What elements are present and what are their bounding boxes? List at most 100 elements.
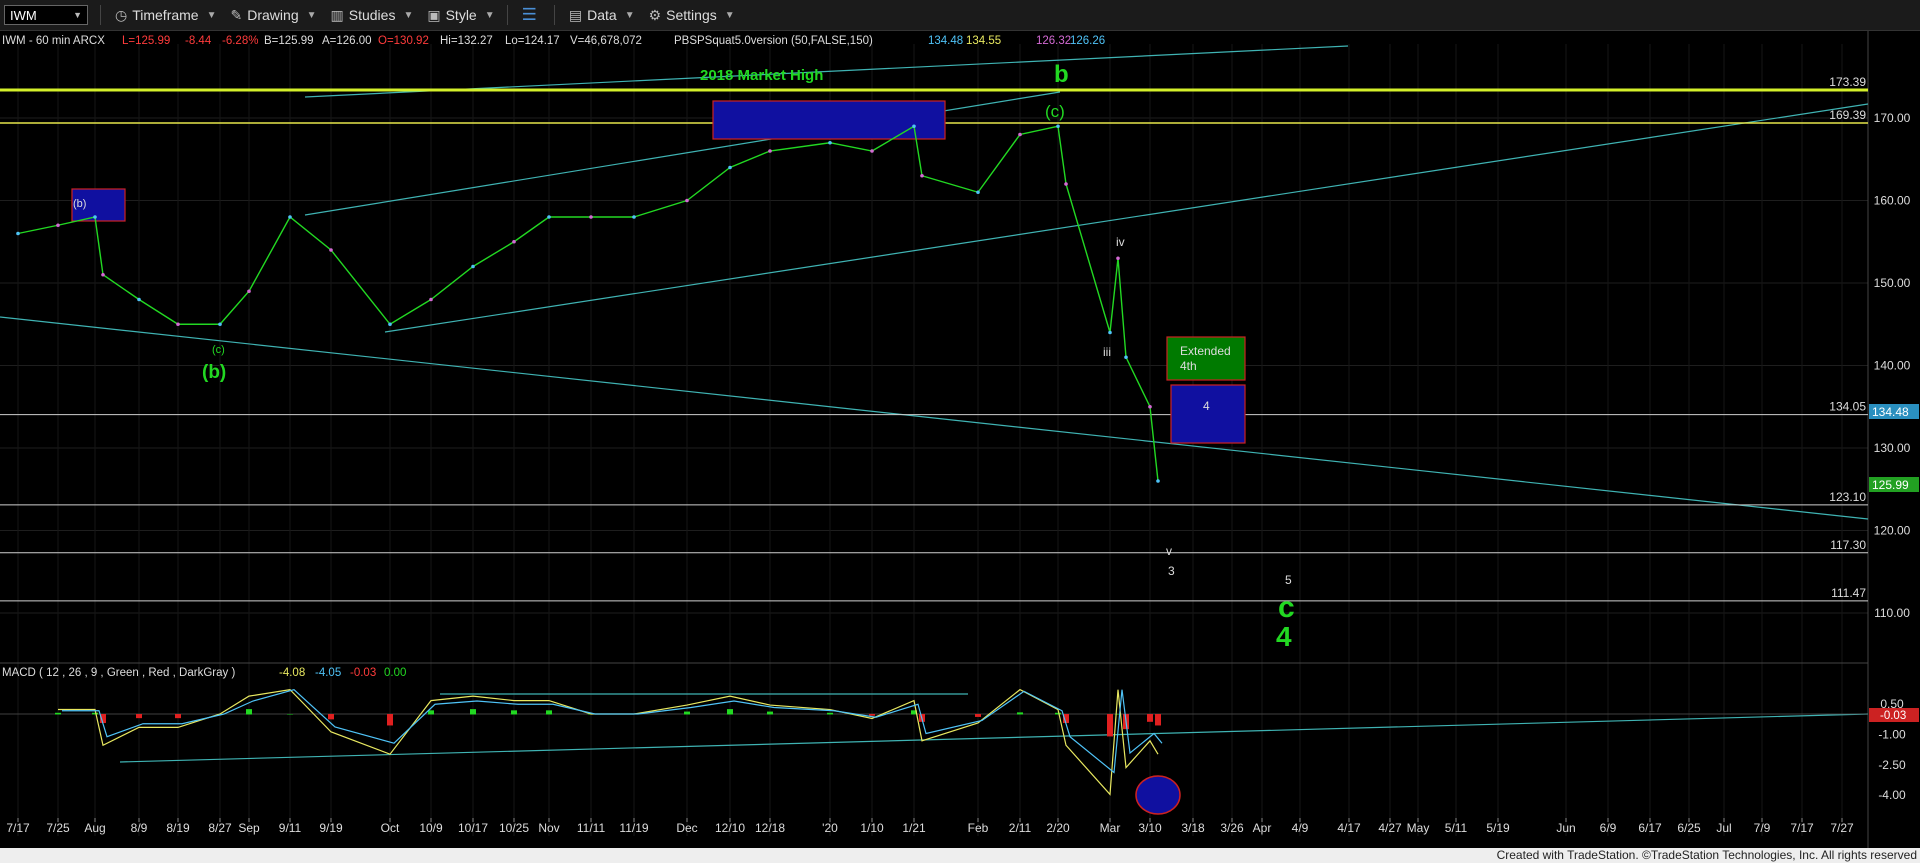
price-point xyxy=(589,215,593,219)
settings-menu[interactable]: ⚙ Settings ▼ xyxy=(649,7,735,24)
level-label: 169.39 xyxy=(1829,108,1866,122)
time-axis-label: 5/19 xyxy=(1486,821,1510,835)
time-axis-label: Nov xyxy=(538,821,559,835)
wave-c-big-label: c xyxy=(1278,591,1295,624)
time-axis-label: 10/9 xyxy=(419,821,443,835)
price-point xyxy=(1156,479,1160,483)
price-point xyxy=(16,231,20,236)
chevron-down-icon: ▼ xyxy=(306,9,317,21)
price-point xyxy=(912,124,916,129)
time-axis-label: 7/25 xyxy=(46,821,70,835)
chart-area[interactable]: IWM - 60 min ARCX L=125.99 -8.44 -6.28% … xyxy=(0,31,1920,848)
time-axis-label: 3/10 xyxy=(1138,821,1162,835)
time-axis-label: Apr xyxy=(1253,821,1272,835)
time-axis-label: 4/17 xyxy=(1337,821,1361,835)
macd-bar xyxy=(428,710,434,715)
macd-low-circle xyxy=(1135,775,1181,815)
macd-header: MACD ( 12 , 26 , 9 , Green , Red , DarkG… xyxy=(2,667,235,679)
time-axis-label: 2/20 xyxy=(1046,821,1070,835)
open-price: O=130.92 xyxy=(378,35,429,47)
symbol-info: IWM - 60 min ARCX xyxy=(2,35,105,47)
macd-bar xyxy=(767,711,773,715)
price-axis-label: 140.00 xyxy=(1874,359,1911,373)
macd-axis-label: -4.00 xyxy=(1878,788,1906,802)
chevron-down-icon: ▼ xyxy=(206,9,217,21)
time-axis-label: May xyxy=(1407,821,1430,835)
symbol-selector[interactable]: IWM ▼ xyxy=(4,5,88,25)
wave-4-box xyxy=(1170,384,1246,444)
ref-price-label: 134.48 xyxy=(1872,405,1909,419)
wave-b-label: b xyxy=(1054,61,1069,88)
price-point xyxy=(1148,404,1152,409)
macd-bar xyxy=(546,710,552,715)
macd-bar xyxy=(727,709,733,715)
macd-bar xyxy=(511,710,517,715)
wave-b-small-label: (b) xyxy=(73,198,86,210)
price-point xyxy=(471,264,475,269)
wave-iii-label: iii xyxy=(1103,345,1111,359)
time-axis-label: '20 xyxy=(822,821,838,835)
studies-menu[interactable]: ▥ Studies ▼ xyxy=(331,7,414,24)
drawing-menu[interactable]: ✎ Drawing ▼ xyxy=(231,7,317,24)
macd-bar xyxy=(1055,712,1061,715)
time-axis-label: 10/25 xyxy=(499,821,529,835)
level-label: 134.05 xyxy=(1829,400,1866,414)
price-point xyxy=(1116,256,1120,261)
time-axis-label: 12/18 xyxy=(755,821,785,835)
time-axis-label: Jun xyxy=(1556,821,1575,835)
price-point xyxy=(247,289,251,294)
four-box-label: 4 xyxy=(1203,399,1210,413)
macd-bar xyxy=(387,714,393,726)
footer-credit: Created with TradeStation. ©TradeStation… xyxy=(0,848,1920,863)
wave-3-label: 3 xyxy=(1168,564,1175,578)
style-icon: ▣ xyxy=(427,6,441,23)
price-point xyxy=(976,190,980,195)
price-axis-label: 150.00 xyxy=(1874,276,1911,290)
settings-label: Settings xyxy=(666,7,717,23)
time-axis-label: Sep xyxy=(238,821,260,835)
price-point xyxy=(101,272,105,277)
macd-axis-label: -1.00 xyxy=(1878,727,1906,741)
style-label: Style xyxy=(445,7,477,23)
style-menu[interactable]: ▣ Style ▼ xyxy=(427,7,494,24)
time-axis-label: 6/9 xyxy=(1600,821,1617,835)
time-axis-label: 4/27 xyxy=(1378,821,1402,835)
chevron-down-icon: ▼ xyxy=(73,10,82,20)
resistance-box xyxy=(712,100,946,140)
wave-4-big-label: 4 xyxy=(1276,621,1292,652)
time-axis-label: 6/25 xyxy=(1677,821,1701,835)
study-value-3: 126.32 xyxy=(1036,35,1071,47)
study-name: PBSPSquat5.0version (50,FALSE,150) xyxy=(674,35,873,47)
chevron-down-icon: ▼ xyxy=(624,9,635,21)
time-axis-label: 11/11 xyxy=(577,821,606,835)
time-axis-label: 6/17 xyxy=(1638,821,1662,835)
time-axis-label: 5/11 xyxy=(1445,821,1468,835)
price-point xyxy=(93,215,97,219)
timeframe-label: Timeframe xyxy=(132,7,199,23)
layout-button[interactable]: ☰ xyxy=(522,5,542,25)
price-axis-label: 120.00 xyxy=(1874,524,1911,538)
toolbar-divider xyxy=(100,5,101,25)
data-menu[interactable]: ▤ Data ▼ xyxy=(569,7,635,24)
macd-bar xyxy=(1147,714,1153,722)
time-axis-label: 12/10 xyxy=(715,821,745,835)
price-point xyxy=(685,198,689,203)
level-label: 173.39 xyxy=(1829,75,1866,89)
layout-icon: ☰ xyxy=(521,5,537,24)
time-axis-label: Feb xyxy=(968,821,989,835)
timeframe-menu[interactable]: ◷ Timeframe ▼ xyxy=(115,7,217,24)
price-axis-label: 130.00 xyxy=(1874,441,1911,455)
volume: V=46,678,072 xyxy=(570,35,642,47)
study-value-1: 134.48 xyxy=(928,35,963,47)
macd-value-1: -4.08 xyxy=(279,667,305,679)
time-axis-label: 8/19 xyxy=(166,821,190,835)
macd-bar xyxy=(975,714,981,717)
wave-iv-label: iv xyxy=(1116,235,1125,249)
low-price: Lo=124.17 xyxy=(505,35,560,47)
high-price: Hi=132.27 xyxy=(440,35,493,47)
price-axis-label: 160.00 xyxy=(1874,194,1911,208)
time-axis-label: Aug xyxy=(84,821,105,835)
price-point xyxy=(176,322,180,327)
price-point xyxy=(728,165,732,170)
pct-change: -6.28% xyxy=(222,35,258,47)
